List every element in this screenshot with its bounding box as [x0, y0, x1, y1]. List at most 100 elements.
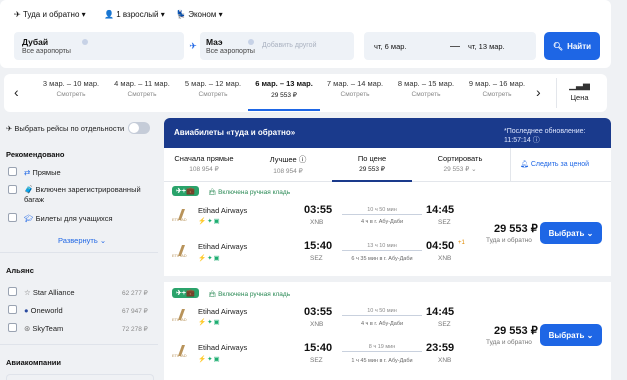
track-prices-button[interactable]: 🔔︎ Следить за ценой [520, 160, 589, 168]
chevron-right-icon[interactable]: › [536, 84, 541, 100]
filters-sidebar: ✈ Выбрать рейсы по отдельности Рекомендо… [0, 118, 158, 380]
arrival-code: XNB [438, 357, 452, 364]
date-option-selected[interactable]: 6 мар. – 13 мар. 29 553 ₽ [251, 79, 317, 99]
departure-code: XNB [310, 321, 324, 328]
chevron-down-icon: ⌄ [471, 166, 477, 173]
passengers-select[interactable]: 👤 1 взрослый ▾ [104, 10, 165, 19]
checkbox-students[interactable] [8, 213, 17, 222]
flight-card: ✈+💼 👜︎ Включена ручная кладь ETIHAD Etih… [164, 282, 611, 380]
etihad-logo-icon: ETIHAD [172, 244, 192, 258]
alliances-title: Альянс [6, 266, 34, 275]
separate-flights-toggle[interactable] [128, 122, 150, 134]
date-option[interactable]: 8 мар. – 15 мар. Смотреть [393, 79, 459, 98]
last-updated: *Последнее обновление: 11:57:14 ⓘ [504, 128, 586, 144]
arrival-code: SEZ [438, 219, 451, 226]
amenities-icons: ⚡✦▣ [198, 356, 221, 363]
cabin-class-select[interactable]: 💺 Эконом ▾ [176, 10, 223, 19]
filter-skyteam[interactable]: ⊛ SkyTeam [24, 324, 63, 333]
divider [0, 252, 158, 253]
checkbox-oneworld[interactable] [8, 305, 17, 314]
alliance-price: 72 278 ₽ [122, 326, 148, 333]
separate-flights-label: ✈ Выбрать рейсы по отдельности [6, 124, 125, 133]
airline-name: Etihad Airways [198, 206, 248, 215]
flight-duration: 10 ч 50 мин [367, 207, 397, 213]
arrival-time: 23:59 [426, 342, 455, 354]
hand-baggage-label: 👜︎ Включена ручная кладь [208, 291, 291, 298]
date-option[interactable]: 9 мар. – 16 мар. Смотреть [464, 79, 530, 98]
flight-duration: 10 ч 50 мин [367, 308, 397, 314]
chevron-down-icon: ▾ [81, 10, 86, 19]
depart-date[interactable]: чт, 6 мар. [374, 42, 407, 51]
date-option[interactable]: 4 мар. – 11 мар. Смотреть [109, 79, 175, 98]
svg-text:ETIHAD: ETIHAD [172, 317, 187, 322]
flight-price: 29 553 ₽ [494, 223, 538, 235]
checkbox-baggage[interactable] [8, 185, 17, 194]
date-separator [450, 46, 460, 47]
filter-baggage[interactable]: 🧳 Включен зарегистрированный багаж [24, 185, 142, 205]
arrival-time: 14:45 [426, 204, 455, 216]
info-icon: ⓘ [298, 155, 307, 164]
date-strip: ‹ 3 мар. – 10 мар. Смотреть 4 мар. – 11 … [4, 74, 607, 112]
chevron-down-icon: ⌄ [99, 236, 107, 245]
trip-type-select[interactable]: ✈ Туда и обратно ▾ [14, 10, 86, 19]
bag-icon: 👜︎ [208, 291, 217, 298]
origin-field[interactable]: Дубай Все аэропорты [14, 32, 184, 60]
filter-oneworld[interactable]: ● Oneworld [24, 306, 63, 315]
flight-chip: ✈+💼 [172, 288, 199, 298]
choose-button[interactable]: Выбрать ⌄ [540, 222, 602, 244]
checkbox-direct[interactable] [8, 167, 17, 176]
find-button[interactable]: 🔍︎ Найти [544, 32, 600, 60]
chevron-down-icon: ▾ [218, 10, 223, 19]
clear-dot-icon [82, 39, 88, 45]
date-option[interactable]: 5 мар. – 12 мар. Смотреть [180, 79, 246, 98]
airline-name: Etihad Airways [198, 307, 248, 316]
svg-text:ETIHAD: ETIHAD [172, 253, 187, 258]
sort-dropdown[interactable]: Сортировать 29 553 ₽ ⌄ [420, 154, 500, 173]
route-line [342, 250, 422, 251]
departure-time: 03:55 [304, 306, 333, 318]
info-icon: ⓘ [532, 137, 540, 144]
sort-best[interactable]: Лучшее ⓘ 108 954 ₽ [248, 154, 328, 175]
search-panel: ✈ Туда и обратно ▾ 👤 1 взрослый ▾ 💺 Экон… [0, 0, 611, 68]
sort-by-price[interactable]: По цене 29 553 ₽ [332, 154, 412, 173]
star-icon: ☆ [24, 288, 31, 297]
arrival-code: XNB [438, 255, 452, 262]
date-option[interactable]: 7 мар. – 14 мар. Смотреть [322, 79, 388, 98]
airlines-title: Авиакомпании [6, 358, 61, 367]
departure-code: XNB [310, 219, 324, 226]
filter-star-alliance[interactable]: ☆ Star Alliance [24, 288, 75, 297]
svg-text:ETIHAD: ETIHAD [172, 217, 187, 222]
price-chart-button[interactable]: ▁▃▅ Цена [556, 78, 602, 108]
chevron-down-icon: ▾ [160, 10, 165, 19]
etihad-logo-icon: ETIHAD [172, 208, 192, 222]
destination-field[interactable]: Маэ Все аэропорты Добавить другой [200, 32, 354, 60]
direct-icon: ⇄ [24, 168, 31, 177]
return-date[interactable]: чт, 13 мар. [468, 42, 505, 51]
swap-icon[interactable]: ✈ [186, 39, 200, 53]
flight-duration: 13 ч 10 мин [367, 243, 397, 249]
stopover-info: 4 ч в г. Абу-Даби [360, 219, 404, 225]
bar-chart-icon: ▁▃▅ [569, 80, 590, 90]
stopover-info: 4 ч в г. Абу-Даби [360, 321, 404, 327]
choose-button[interactable]: Выбрать ⌄ [540, 324, 602, 346]
chevron-down-icon: ⌄ [586, 228, 594, 238]
etihad-logo-icon: ETIHAD [172, 308, 192, 322]
arrival-code: SEZ [438, 321, 451, 328]
chevron-left-icon[interactable]: ‹ [14, 84, 19, 100]
next-day-badge: +1 [458, 240, 465, 246]
bell-icon: 🔔︎ [520, 161, 529, 168]
sort-direct-first[interactable]: Сначала прямые 108 954 ₽ [164, 154, 244, 173]
amenities-icons: ⚡✦▣ [198, 319, 221, 326]
dates-field[interactable]: чт, 6 мар. чт, 13 мар. [364, 32, 536, 60]
sort-bar: Сначала прямые 108 954 ₽ Лучшее ⓘ 108 95… [164, 148, 611, 182]
date-option[interactable]: 3 мар. – 10 мар. Смотреть [38, 79, 104, 98]
recommended-title: Рекомендовано [6, 150, 65, 159]
filter-students[interactable]: 🎓︎ Билеты для учащихся [24, 214, 113, 223]
checkbox-star-alliance[interactable] [8, 287, 17, 296]
arrival-time: 04:50 [426, 240, 455, 252]
filter-direct[interactable]: ⇄ Прямые [24, 168, 61, 177]
expand-link[interactable]: Развернуть ⌄ [58, 236, 106, 245]
hand-baggage-label: 👜︎ Включена ручная кладь [208, 189, 291, 196]
airlines-search-input[interactable] [6, 374, 154, 380]
checkbox-skyteam[interactable] [8, 323, 17, 332]
